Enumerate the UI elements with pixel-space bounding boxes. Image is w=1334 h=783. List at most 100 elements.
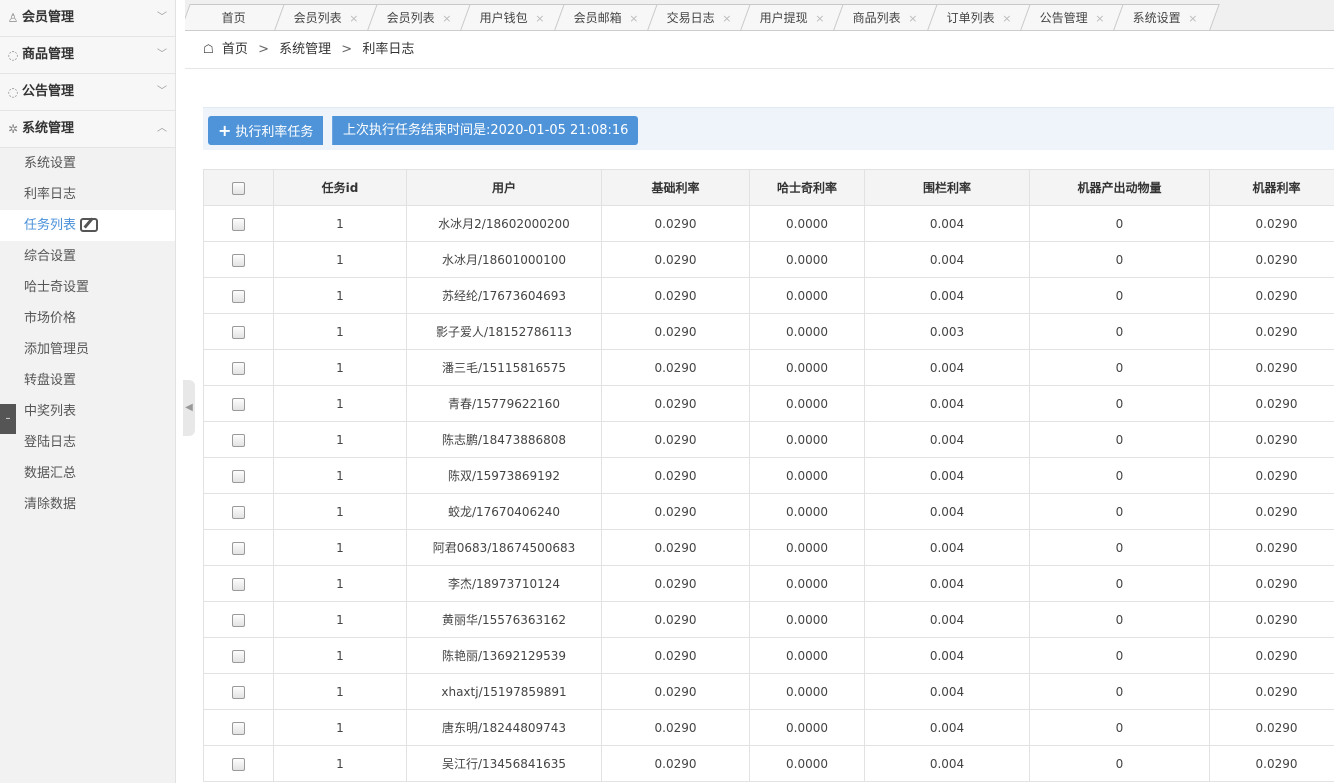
close-icon[interactable]: × — [815, 6, 824, 30]
chevron-down-icon: ﹀ — [157, 12, 167, 23]
gear-icon: ✲ — [7, 122, 19, 136]
close-icon[interactable]: × — [536, 6, 545, 30]
row-checkbox[interactable] — [232, 757, 245, 771]
sidebar-group-system[interactable]: ✲ 系统管理 ︿ — [0, 111, 175, 148]
row-checkbox[interactable] — [232, 433, 245, 447]
table-cell: 0.0000 — [749, 349, 865, 386]
row-checkbox[interactable] — [232, 541, 245, 555]
close-icon[interactable]: × — [443, 6, 452, 30]
close-icon[interactable]: × — [1095, 6, 1104, 30]
tab[interactable]: 公告管理 × — [1020, 4, 1127, 30]
table-cell: 吴江行/13456841635 — [406, 745, 602, 782]
table-cell: 0.004 — [864, 601, 1030, 638]
select-all-cell — [203, 169, 274, 206]
table-cell: 1 — [273, 457, 407, 494]
toolbar: + 执行利率任务 上次执行任务结束时间是:2020-01-05 21:08:16 — [203, 107, 1334, 150]
breadcrumb-item[interactable]: 首页 — [222, 42, 248, 57]
table-cell: 0.004 — [864, 673, 1030, 710]
row-select-cell — [203, 241, 274, 278]
sidebar-group-goods[interactable]: ◌ 商品管理 ﹀ — [0, 37, 175, 74]
run-rate-task-button[interactable]: + 执行利率任务 — [208, 116, 324, 145]
row-checkbox[interactable] — [232, 649, 245, 663]
task-table-container: 任务id 用户 基础利率 哈士奇利率 围栏利率 机器产出动物量 机器利率 1 水冰月2/186… — [203, 169, 1334, 782]
sidebar-group-member[interactable]: ♙ 会员管理 ﹀ — [0, 0, 175, 37]
table-row: 1 陈双/15973869192 0.0290 0.0000 0.004 0 0.0290 — [203, 457, 1334, 494]
row-select-cell — [203, 637, 274, 674]
table-cell: 0.004 — [864, 349, 1030, 386]
sidebar-item[interactable]: 综合设置 — [0, 241, 175, 272]
sidebar-item[interactable]: 转盘设置 — [0, 365, 175, 396]
sidebar-item[interactable]: 数据汇总 — [0, 458, 175, 489]
sidebar-item[interactable]: 市场价格 — [0, 303, 175, 334]
row-checkbox[interactable] — [232, 613, 245, 627]
table-cell: 1 — [273, 637, 407, 674]
tab[interactable]: 商品列表 × — [833, 4, 941, 30]
row-checkbox[interactable] — [232, 505, 245, 519]
table-cell: 0.0000 — [749, 601, 865, 638]
sidebar-item[interactable]: 登陆日志 — [0, 427, 175, 458]
row-checkbox[interactable] — [232, 685, 245, 699]
side-handle[interactable]: – — [0, 404, 16, 434]
tab[interactable]: 首页 — [185, 4, 288, 30]
sidebar-item-label: 系统设置 — [24, 156, 77, 171]
row-checkbox[interactable] — [232, 253, 245, 267]
table-cell: 0.0290 — [601, 241, 750, 278]
row-checkbox[interactable] — [232, 721, 245, 735]
sidebar-item[interactable]: 任务列表 — [0, 210, 175, 241]
tab[interactable]: 会员列表 × — [367, 4, 475, 30]
row-checkbox[interactable] — [232, 289, 245, 303]
table-cell: 1 — [273, 313, 407, 350]
table-row: 1 李杰/18973710124 0.0290 0.0000 0.004 0 0.0290 — [203, 565, 1334, 602]
row-checkbox[interactable] — [232, 397, 245, 411]
close-icon[interactable]: × — [629, 6, 638, 30]
tab[interactable]: 用户钱包 × — [460, 4, 568, 30]
table-cell: 0.0290 — [1209, 673, 1334, 710]
sidebar-item[interactable]: 哈士奇设置 — [0, 272, 175, 303]
close-icon[interactable]: × — [1002, 6, 1011, 30]
user-icon: ♙ — [7, 11, 19, 25]
column-header: 围栏利率 — [864, 169, 1030, 206]
row-checkbox[interactable] — [232, 577, 245, 591]
table-row: 1 蛟龙/17670406240 0.0290 0.0000 0.004 0 0.0290 — [203, 493, 1334, 530]
tab[interactable]: 用户提现 × — [740, 4, 848, 30]
column-header: 用户 — [406, 169, 602, 206]
tab[interactable]: 会员列表 × — [274, 4, 381, 30]
table-cell: 0.004 — [864, 277, 1030, 314]
breadcrumb-separator: > — [258, 42, 269, 57]
close-icon[interactable]: × — [1188, 6, 1197, 30]
table-row: 1 陈志鹏/18473886808 0.0290 0.0000 0.004 0 0.0290 — [203, 421, 1334, 458]
sidebar-item[interactable]: 添加管理员 — [0, 334, 175, 365]
sidebar-item[interactable]: 清除数据 — [0, 489, 175, 520]
table-cell: xhaxtj/15197859891 — [406, 673, 602, 710]
table-cell: 0.0290 — [1209, 205, 1334, 242]
row-checkbox[interactable] — [232, 469, 245, 483]
sidebar-item[interactable]: 利率日志 — [0, 179, 175, 210]
edit-icon[interactable] — [80, 217, 99, 232]
table-cell: 0.004 — [864, 205, 1030, 242]
row-checkbox[interactable] — [232, 217, 245, 231]
tab[interactable]: 会员邮箱 × — [553, 4, 661, 30]
breadcrumb-item: 利率日志 — [362, 42, 415, 57]
table-cell: 陈志鹏/18473886808 — [406, 421, 602, 458]
table-cell: 0.0290 — [1209, 349, 1334, 386]
tab[interactable]: 订单列表 × — [926, 4, 1034, 30]
tab-label: 交易日志 — [666, 11, 715, 25]
sidebar-item[interactable]: 中奖列表 — [0, 396, 175, 427]
close-icon[interactable]: × — [909, 6, 918, 30]
row-checkbox[interactable] — [232, 361, 245, 375]
tab[interactable]: 系统设置 × — [1113, 4, 1221, 30]
last-run-time-button[interactable]: 上次执行任务结束时间是:2020-01-05 21:08:16 — [331, 116, 639, 145]
table-cell: 0.004 — [864, 565, 1030, 602]
select-all-checkbox[interactable] — [232, 181, 245, 195]
breadcrumb-item[interactable]: 系统管理 — [279, 42, 331, 57]
sidebar-collapse-toggle[interactable]: ◀ — [183, 380, 195, 436]
close-icon[interactable]: × — [722, 6, 731, 30]
table-cell: 0.0000 — [749, 637, 865, 674]
close-icon[interactable]: × — [349, 6, 358, 30]
tab[interactable]: 交易日志 × — [647, 4, 754, 30]
sidebar-group-notice[interactable]: ◌ 公告管理 ﹀ — [0, 74, 175, 111]
table-cell: 0.0290 — [1209, 241, 1334, 278]
table-cell: 0 — [1029, 205, 1210, 242]
sidebar-item[interactable]: 系统设置 — [0, 148, 175, 179]
row-checkbox[interactable] — [232, 325, 245, 339]
